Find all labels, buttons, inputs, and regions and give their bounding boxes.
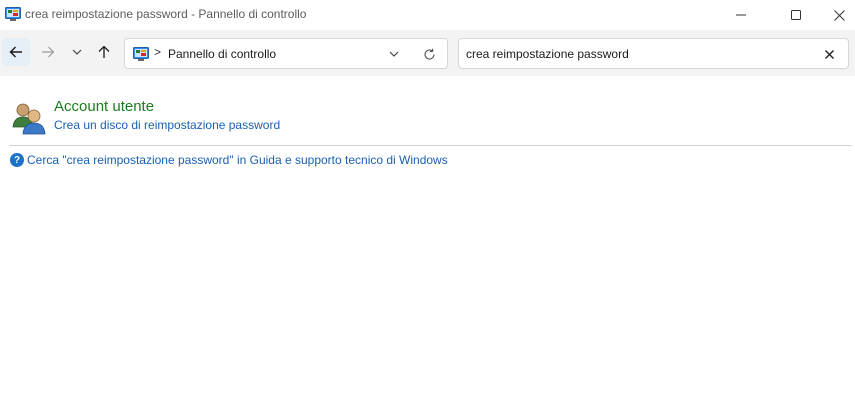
arrow-right-icon: [42, 46, 55, 58]
up-button[interactable]: [90, 38, 118, 66]
help-search-link[interactable]: Cerca "crea reimpostazione password" in …: [27, 153, 448, 167]
close-icon: [824, 49, 834, 59]
minimize-button[interactable]: [718, 0, 764, 30]
breadcrumb-control-panel[interactable]: Pannello di controllo: [168, 47, 276, 61]
control-panel-icon: [5, 7, 21, 21]
minimize-icon: [736, 14, 746, 16]
user-accounts-icon[interactable]: [12, 101, 46, 135]
create-reset-disk-link[interactable]: Crea un disco di reimpostazione password: [54, 118, 280, 132]
close-button[interactable]: [816, 0, 855, 30]
close-icon: [833, 9, 845, 21]
arrow-up-icon: [98, 45, 110, 58]
category-title[interactable]: Account utente: [54, 98, 154, 115]
recent-locations-button[interactable]: [63, 38, 91, 66]
maximize-button[interactable]: [773, 0, 819, 30]
breadcrumb-separator[interactable]: >: [154, 45, 161, 59]
refresh-button[interactable]: [421, 46, 437, 62]
back-button[interactable]: [2, 38, 30, 66]
title-bar: crea reimpostazione password - Pannello …: [0, 0, 855, 30]
chevron-down-icon: [389, 51, 399, 57]
control-panel-icon: [133, 47, 149, 61]
navigation-bar: > Pannello di controllo crea reimpostazi…: [0, 30, 855, 76]
address-bar[interactable]: > Pannello di controllo: [124, 38, 448, 69]
arrow-left-icon: [9, 46, 22, 58]
address-dropdown-button[interactable]: [386, 46, 402, 62]
refresh-icon: [423, 48, 435, 60]
maximize-icon: [791, 10, 801, 20]
search-input[interactable]: crea reimpostazione password: [466, 47, 629, 61]
help-icon: ?: [10, 153, 24, 167]
chevron-down-icon: [72, 49, 82, 55]
divider: [10, 145, 851, 146]
search-box[interactable]: crea reimpostazione password: [458, 38, 849, 69]
forward-button[interactable]: [34, 38, 62, 66]
window-title: crea reimpostazione password - Pannello …: [25, 7, 307, 21]
clear-search-button[interactable]: [821, 46, 837, 62]
